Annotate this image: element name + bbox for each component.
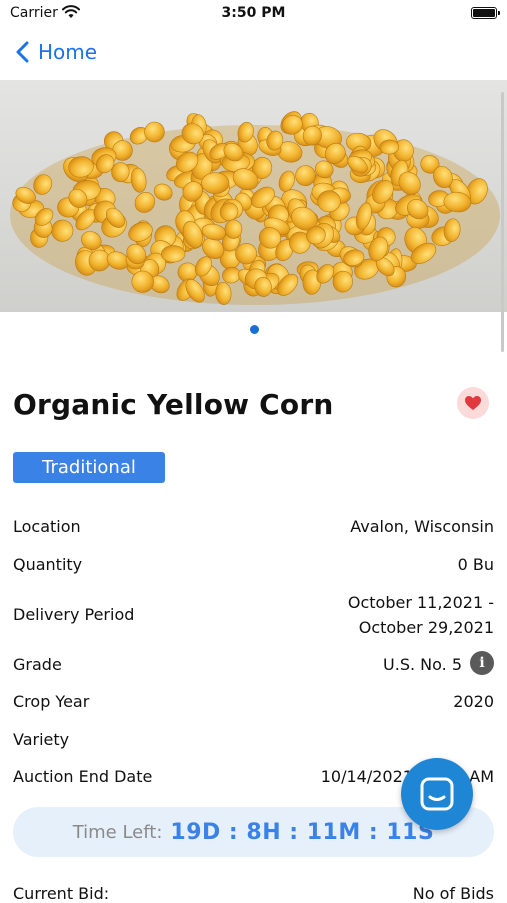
chevron-left-icon — [16, 41, 29, 63]
chat-icon — [420, 777, 454, 811]
time-left-countdown: 19D : 8H : 11M : 11S — [170, 819, 435, 845]
corn-kernels-image — [0, 80, 507, 312]
crop-year-label: Crop Year — [13, 692, 90, 711]
auction-type-badge: Traditional — [13, 452, 165, 483]
info-icon[interactable]: i — [470, 651, 494, 675]
location-value: Avalon, Wisconsin — [350, 517, 494, 536]
variety-label: Variety — [13, 730, 70, 749]
back-button[interactable]: Home — [14, 37, 97, 67]
crop-year-value: 2020 — [453, 692, 494, 711]
scroll-indicator[interactable] — [501, 92, 504, 352]
number-of-bids-label: No of Bids — [412, 884, 494, 903]
clock: 3:50 PM — [221, 5, 286, 21]
quantity-value: 0 Bu — [457, 555, 494, 574]
time-left-label: Time Left: — [72, 821, 163, 843]
chat-button[interactable] — [401, 758, 473, 830]
grade-label: Grade — [13, 655, 62, 674]
location-label: Location — [13, 517, 81, 536]
auction-end-label: Auction End Date — [13, 767, 153, 786]
quantity-label: Quantity — [13, 555, 83, 574]
page-indicator-dot[interactable] — [250, 325, 259, 334]
delivery-period-end: October 29,2021 — [358, 618, 494, 637]
current-bid-label: Current Bid: — [13, 884, 110, 903]
favorite-button[interactable] — [457, 387, 489, 419]
delivery-period-label: Delivery Period — [13, 605, 135, 624]
navigation-bar: Home — [0, 28, 507, 78]
product-image[interactable] — [0, 80, 507, 312]
status-bar: Carrier 3:50 PM — [0, 0, 507, 28]
back-label: Home — [38, 40, 98, 64]
product-title: Organic Yellow Corn — [13, 388, 334, 421]
heart-icon — [465, 396, 481, 410]
battery-icon — [471, 7, 500, 19]
grade-value: U.S. No. 5 — [383, 655, 462, 674]
delivery-period-start: October 11,2021 - — [347, 593, 494, 612]
